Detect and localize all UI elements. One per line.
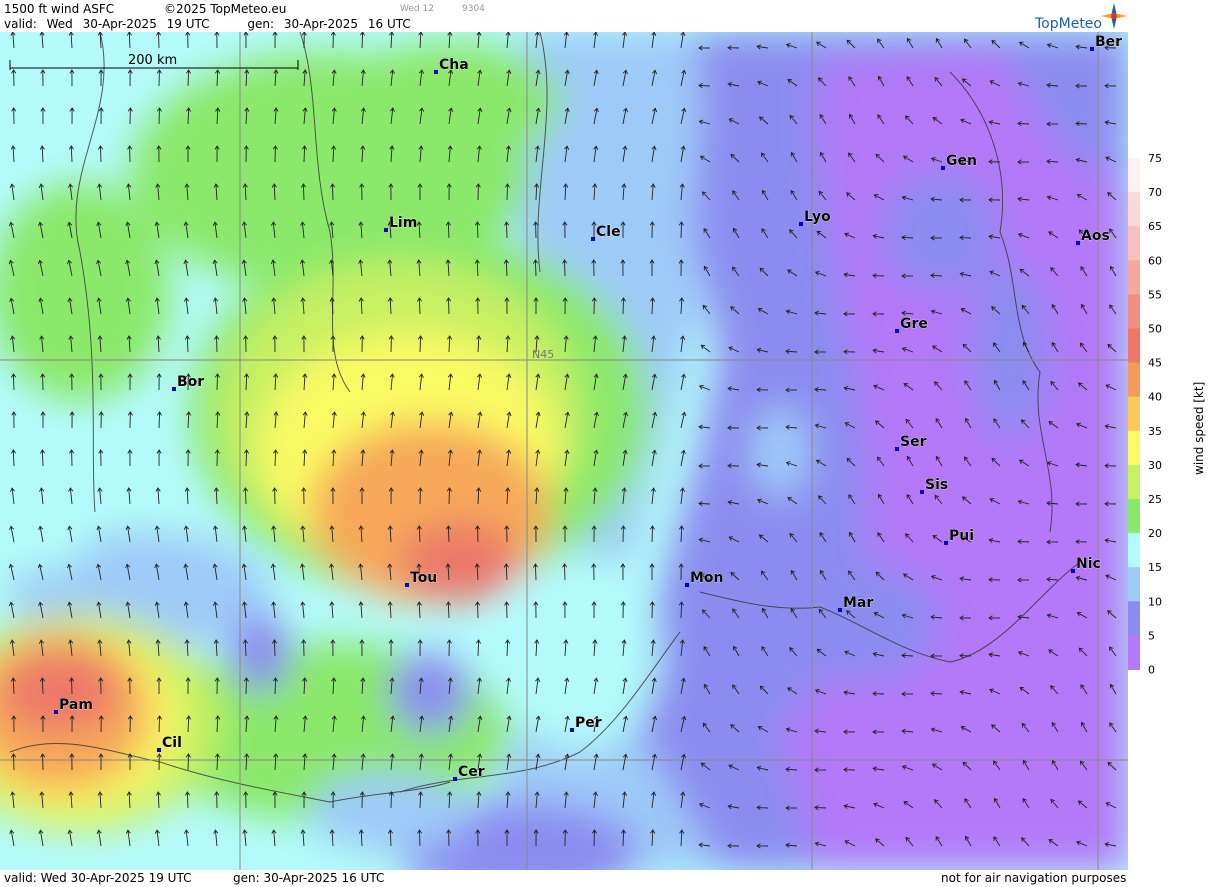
svg-text:Cer: Cer [458, 764, 485, 780]
city-lim: Lim [384, 215, 418, 232]
city-cha: Cha [434, 57, 469, 74]
svg-text:Ser: Ser [900, 434, 927, 450]
city-cer: Cer [453, 764, 485, 781]
legend-tick-55: 55 [1148, 288, 1162, 301]
legend-tick-50: 50 [1148, 323, 1162, 336]
city-mar: Mar [838, 595, 874, 612]
svg-text:Tou: Tou [410, 570, 437, 586]
city-ser: Ser [895, 434, 927, 451]
legend-tick-60: 60 [1148, 254, 1162, 267]
legend-swatch-7 [1128, 396, 1140, 432]
legend-tick-45: 45 [1148, 357, 1162, 370]
svg-text:Cha: Cha [439, 57, 469, 73]
svg-text:Aos: Aos [1081, 228, 1110, 244]
legend-tick-15: 15 [1148, 561, 1162, 574]
legend-swatch-11 [1128, 533, 1140, 568]
svg-text:Lim: Lim [389, 215, 417, 231]
legend-swatch-0 [1128, 158, 1140, 193]
footer-disclaimer: not for air navigation purposes [941, 871, 1127, 885]
svg-text:Mar: Mar [843, 595, 873, 611]
city-bor: Bor [172, 374, 205, 391]
svg-text:Per: Per [575, 715, 602, 731]
city-mon: Mon [685, 570, 724, 587]
city-aos: Aos [1076, 228, 1110, 245]
svg-text:Cil: Cil [162, 735, 182, 751]
svg-text:Ber: Ber [1095, 34, 1122, 50]
svg-text:Sis: Sis [925, 477, 948, 493]
valid-day: Wed [46, 17, 73, 31]
city-lyo: Lyo [799, 209, 831, 226]
legend-swatch-13 [1128, 601, 1140, 636]
run-code: 9304 [462, 4, 485, 14]
legend-swatch-9 [1128, 464, 1140, 500]
svg-text:Bor: Bor [177, 374, 204, 390]
brand-name: TopMeteo [1035, 16, 1102, 32]
legend-swatch-10 [1128, 499, 1140, 534]
legend-colorbar [1128, 158, 1140, 670]
city-cle: Cle [591, 224, 621, 241]
city-pui: Pui [944, 528, 974, 545]
gen-label: gen: [247, 17, 275, 31]
legend-tick-40: 40 [1148, 391, 1162, 404]
legend-tick-0: 0 [1148, 664, 1155, 677]
legend-tick-5: 5 [1148, 629, 1155, 642]
legend-tick-30: 30 [1148, 459, 1162, 472]
wind-speed-legend: 757065605550454035302520151050 [1128, 152, 1162, 677]
run-day: Wed 12 [400, 4, 434, 14]
legend-swatch-4 [1128, 294, 1140, 329]
legend-swatch-1 [1128, 192, 1140, 227]
legend-tick-25: 25 [1148, 493, 1162, 506]
valid-time: 19 UTC [166, 17, 210, 31]
legend-tick-35: 35 [1148, 425, 1162, 438]
valid-date: 30-Apr-2025 [82, 17, 157, 31]
copyright: ©2025 TopMeteo.eu [164, 2, 287, 16]
svg-text:Cle: Cle [596, 224, 621, 240]
valid-label: valid: [4, 17, 37, 31]
city-per: Per [570, 715, 602, 732]
city-sis: Sis [920, 477, 949, 494]
svg-text:Mon: Mon [690, 570, 724, 586]
city-pam: Pam [54, 697, 93, 714]
city-gre: Gre [895, 316, 928, 333]
city-tou: Tou [405, 570, 438, 587]
gen-time: 16 UTC [367, 17, 411, 31]
scale-bar-label: 200 km [128, 53, 177, 68]
city-nic: Nic [1071, 556, 1101, 573]
legend-swatch-14 [1128, 635, 1140, 670]
topmeteo-logo-icon [1101, 3, 1127, 29]
grid-label-n45: N45 [532, 348, 554, 361]
city-ber: Ber [1090, 34, 1122, 51]
wind-map[interactable]: Cha Lim Cle Lyo Gen Ber Aos Gre Bor Ser Sis Pui Nic T… [0, 32, 1128, 870]
svg-text:Lyo: Lyo [804, 209, 831, 225]
legend-tick-65: 65 [1148, 220, 1162, 233]
city-gen: Gen [941, 153, 977, 170]
header-valid-line: valid: Wed 30-Apr-2025 19 UTC gen: 30-Ap… [4, 17, 417, 31]
legend-tick-75: 75 [1148, 152, 1162, 165]
legend-swatch-12 [1128, 567, 1140, 602]
product-title: 1500 ft wind ASFC [4, 2, 115, 16]
footer-valid: valid: Wed 30-Apr-2025 19 UTC [4, 871, 192, 885]
svg-text:Pui: Pui [949, 528, 974, 544]
legend-swatch-6 [1128, 362, 1140, 398]
legend-swatch-2 [1128, 226, 1140, 261]
legend-title: wind speed [kt] [1192, 381, 1206, 475]
legend-ticks: 757065605550454035302520151050 [1148, 152, 1162, 677]
footer-gen: gen: 30-Apr-2025 16 UTC [233, 871, 385, 885]
header-top-line: 1500 ft wind ASFC ©2025 TopMeteo.eu [4, 2, 292, 16]
legend-swatch-5 [1128, 328, 1140, 364]
legend-swatch-3 [1128, 260, 1140, 295]
legend-tick-10: 10 [1148, 595, 1162, 608]
legend-tick-20: 20 [1148, 527, 1162, 540]
svg-text:Gen: Gen [946, 153, 977, 169]
svg-text:Nic: Nic [1076, 556, 1101, 572]
svg-text:Gre: Gre [900, 316, 928, 332]
legend-swatch-8 [1128, 430, 1140, 466]
legend-tick-70: 70 [1148, 186, 1162, 199]
svg-text:Pam: Pam [59, 697, 93, 713]
gen-date: 30-Apr-2025 [283, 17, 359, 31]
